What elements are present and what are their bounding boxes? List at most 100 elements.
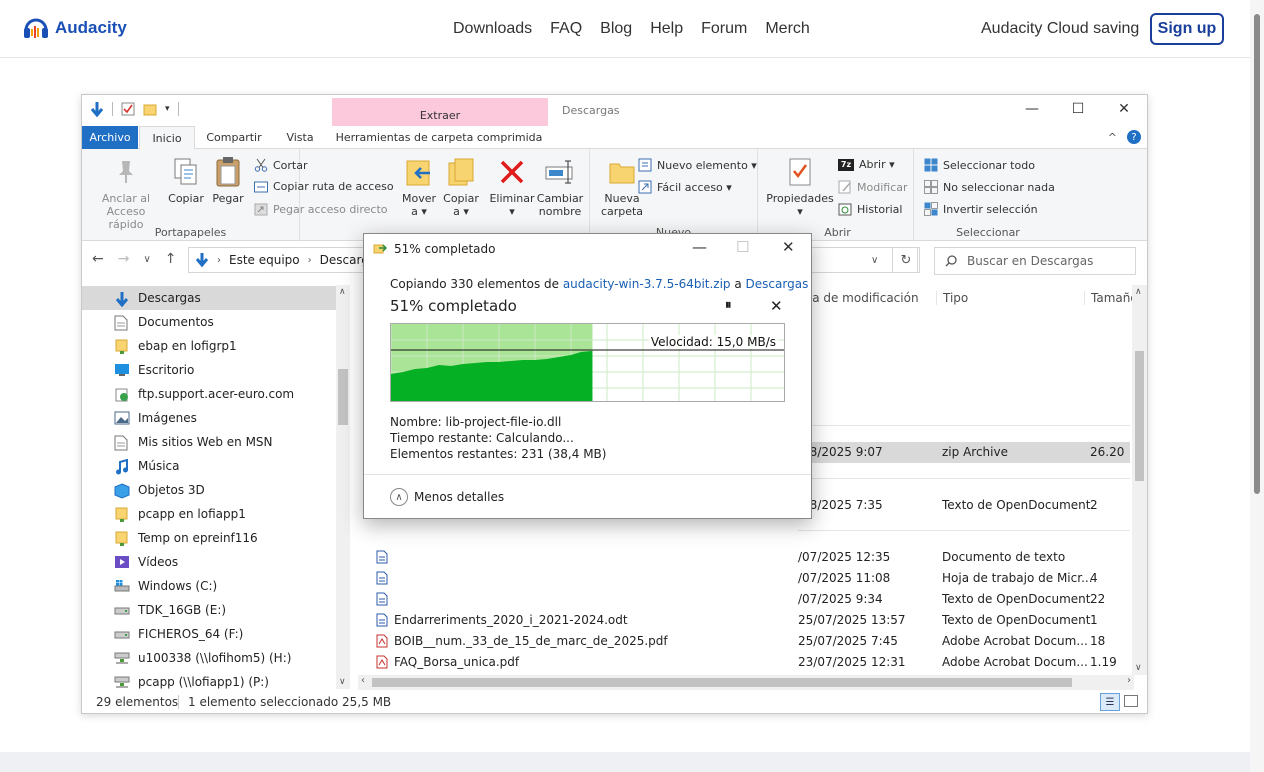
file-list-hscroll-thumb[interactable] xyxy=(372,678,1072,687)
large-icons-view-icon[interactable] xyxy=(1124,695,1138,707)
file-row[interactable]: BOIB__num._33_de_15_de_marc_de_2025.pdf 2… xyxy=(364,631,1130,652)
delete-button[interactable]: Eliminar ▾ xyxy=(489,155,535,218)
scroll-right-icon[interactable]: › xyxy=(1127,675,1131,686)
scroll-up-icon[interactable]: ∧ xyxy=(339,287,346,297)
invert-selection-button[interactable]: Invertir selección xyxy=(924,202,1038,216)
scroll-up-icon[interactable]: ∧ xyxy=(1135,287,1142,297)
nav-help[interactable]: Help xyxy=(650,20,683,38)
nav-blog[interactable]: Blog xyxy=(600,20,632,38)
nav-forum[interactable]: Forum xyxy=(701,20,747,38)
properties-check-icon[interactable] xyxy=(121,102,135,116)
properties-button[interactable]: Propiedades ▾ xyxy=(766,155,834,218)
nav-item[interactable]: pcapp en lofiapp1 xyxy=(82,502,336,526)
nav-pane-scrollbar[interactable]: ∧ ∨ xyxy=(336,285,350,689)
nav-item[interactable]: Temp on epreinf116 xyxy=(82,526,336,550)
move-to-button[interactable]: Mover a ▾ xyxy=(399,155,439,218)
qa-dropdown-icon[interactable]: ▾ xyxy=(165,104,170,114)
scroll-down-icon[interactable]: ∨ xyxy=(339,677,346,687)
help-icon[interactable]: ? xyxy=(1127,130,1141,144)
copy-to-button[interactable]: Copiar a ▾ xyxy=(441,155,481,218)
nav-item[interactable]: Documentos xyxy=(82,310,336,334)
select-none-button[interactable]: No seleccionar nada xyxy=(924,180,1055,194)
file-row[interactable]: /07/2025 9:34 Texto de OpenDocument 22 xyxy=(364,589,1130,610)
file-list-vscroll-thumb[interactable] xyxy=(1135,351,1144,481)
maximize-icon[interactable]: ☐ xyxy=(1055,95,1101,123)
nav-item[interactable]: Imágenes xyxy=(82,406,336,430)
tab-file[interactable]: Archivo xyxy=(82,126,138,149)
signup-button[interactable]: Sign up xyxy=(1150,13,1224,45)
nav-item[interactable]: Descargas xyxy=(82,286,336,310)
pause-icon[interactable]: ⏸ xyxy=(725,298,732,313)
tab-view[interactable]: Vista xyxy=(278,126,322,149)
column-size[interactable]: Tamaño xyxy=(1084,291,1134,305)
tab-share[interactable]: Compartir xyxy=(199,126,269,149)
nav-item[interactable]: Vídeos xyxy=(82,550,336,574)
collapse-ribbon-icon[interactable]: ^ xyxy=(1108,131,1117,144)
nav-item[interactable]: Mis sitios Web en MSN xyxy=(82,430,336,454)
new-item-button[interactable]: Nuevo elemento ▾ xyxy=(638,158,757,172)
close-icon[interactable]: ✕ xyxy=(1101,95,1147,123)
recent-dropdown-icon[interactable]: ∨ xyxy=(143,251,150,267)
nav-item[interactable]: pcapp (\\lofiapp1) (P:) xyxy=(82,670,336,689)
page-scroll-thumb[interactable] xyxy=(1254,14,1260,494)
nav-item[interactable]: TDK_16GB (E:) xyxy=(82,598,336,622)
page-scrollbar[interactable] xyxy=(1250,0,1264,772)
cancel-icon[interactable]: ✕ xyxy=(770,297,783,315)
paste-button[interactable]: Pegar xyxy=(208,155,248,205)
column-date[interactable]: cha de modificación xyxy=(798,291,919,305)
breadcrumb-this-pc[interactable]: Este equipo xyxy=(229,253,300,267)
back-arrow-icon[interactable]: ← xyxy=(92,251,104,267)
scroll-down-icon[interactable]: ∨ xyxy=(1135,663,1142,673)
nav-item[interactable]: Windows (C:) xyxy=(82,574,336,598)
file-row[interactable]: Endarreriments_2020_i_2021-2024.odt 25/07… xyxy=(364,610,1130,631)
cut-button[interactable]: Cortar xyxy=(254,158,308,172)
dialog-minimize-icon[interactable]: — xyxy=(692,238,707,256)
file-row[interactable]: /07/2025 11:08 Hoja de trabajo de Micr...… xyxy=(364,568,1130,589)
nav-merch[interactable]: Merch xyxy=(765,20,809,38)
select-all-button[interactable]: Seleccionar todo xyxy=(924,158,1035,172)
rename-button[interactable]: Cambiar nombre xyxy=(535,155,585,218)
destination-link[interactable]: Descargas xyxy=(746,277,809,291)
nav-scroll-thumb[interactable] xyxy=(338,369,348,425)
nav-item[interactable]: FICHEROS_64 (F:) xyxy=(82,622,336,646)
cloud-saving-link[interactable]: Audacity Cloud saving xyxy=(981,20,1139,38)
nav-item[interactable]: ftp.support.acer-euro.com xyxy=(82,382,336,406)
dialog-close-icon[interactable]: ✕ xyxy=(782,238,795,256)
pin-quick-access-button[interactable]: Anclar al Acceso rápido xyxy=(90,155,162,231)
search-input[interactable]: Buscar en Descargas xyxy=(934,247,1136,275)
nav-faq[interactable]: FAQ xyxy=(550,20,582,38)
forward-arrow-icon[interactable]: → xyxy=(118,251,130,267)
nav-item[interactable]: Objetos 3D xyxy=(82,478,336,502)
file-list-hscrollbar[interactable]: ‹ › xyxy=(358,675,1134,690)
file-row[interactable]: /07/2025 12:35 Documento de texto xyxy=(364,547,1130,568)
edit-button[interactable]: Modificar xyxy=(838,180,908,194)
down-arrow-icon[interactable] xyxy=(90,101,104,117)
history-button[interactable]: Historial xyxy=(838,202,902,216)
column-type[interactable]: Tipo xyxy=(936,291,968,305)
address-dropdown-icon[interactable]: ∨ xyxy=(871,255,878,266)
paste-shortcut-button[interactable]: Pegar acceso directo xyxy=(254,202,388,216)
file-row[interactable]: FAQ_Borsa_unica.pdf 23/07/2025 12:31 Adobe… xyxy=(364,652,1130,673)
extract-context-tab[interactable]: Extraer xyxy=(332,98,548,126)
source-link[interactable]: audacity-win-3.7.5-64bit.zip xyxy=(563,277,731,291)
nav-item[interactable]: Escritorio xyxy=(82,358,336,382)
file-list-vscrollbar[interactable]: ∧ ∨ xyxy=(1132,285,1147,675)
open-button[interactable]: 7z Abrir ▾ xyxy=(838,158,895,171)
up-arrow-icon[interactable]: ↑ xyxy=(165,251,177,267)
nav-item[interactable]: u100338 (\\lofihom5) (H:) xyxy=(82,646,336,670)
new-folder-icon[interactable] xyxy=(143,102,157,116)
minimize-icon[interactable]: — xyxy=(1009,95,1055,123)
tab-compressed-tools[interactable]: Herramientas de carpeta comprimida xyxy=(334,126,544,149)
refresh-button[interactable]: ↻ xyxy=(892,247,920,273)
tab-home[interactable]: Inicio xyxy=(139,126,195,149)
scroll-left-icon[interactable]: ‹ xyxy=(361,675,365,686)
nav-downloads[interactable]: Downloads xyxy=(453,20,532,38)
details-view-icon[interactable]: ☰ xyxy=(1100,693,1120,711)
copy-path-button[interactable]: Copiar ruta de acceso xyxy=(254,180,394,193)
audacity-logo[interactable]: Audacity xyxy=(23,16,127,40)
nav-item[interactable]: Música xyxy=(82,454,336,478)
fewer-details-button[interactable]: ∧ Menos detalles xyxy=(390,488,504,506)
easy-access-button[interactable]: Fácil acceso ▾ xyxy=(638,180,732,194)
nav-item[interactable]: ebap en lofigrp1 xyxy=(82,334,336,358)
copy-button[interactable]: Copiar xyxy=(166,155,206,205)
